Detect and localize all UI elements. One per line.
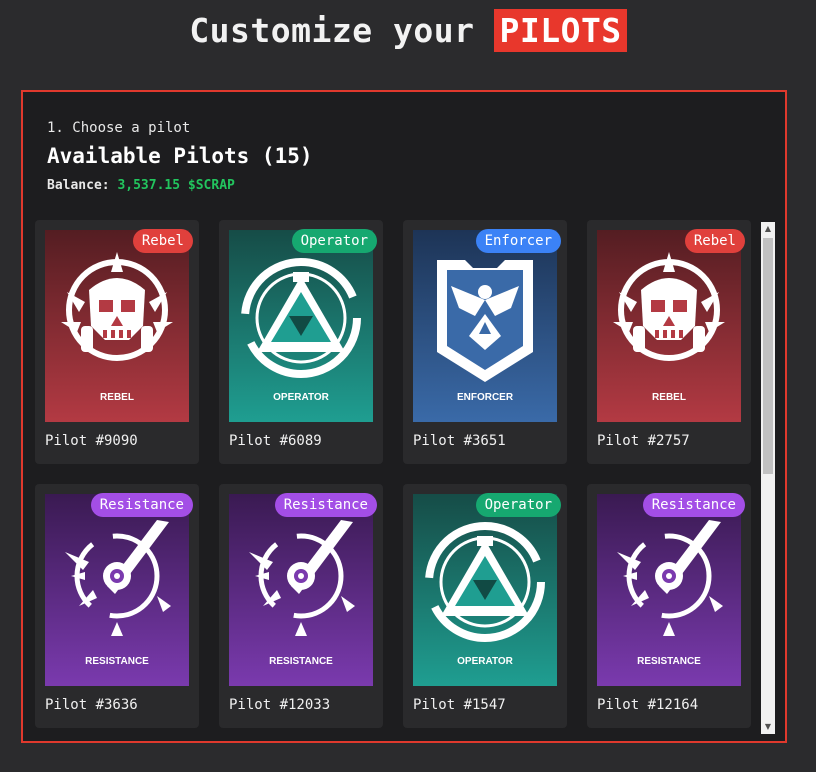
pilot-art-label: OPERATOR: [273, 392, 330, 403]
faction-badge: Resistance: [90, 493, 193, 517]
pilot-art: RESISTANCE: [45, 494, 189, 686]
balance-value: 3,537.15 $SCRAP: [117, 178, 235, 193]
pilot-art-label: OPERATOR: [457, 656, 514, 667]
pilot-art: RESISTANCE: [229, 494, 373, 686]
pilot-art: RESISTANCE: [597, 494, 741, 686]
pilot-card[interactable]: RESISTANCE Resistance Pilot #12164: [587, 484, 751, 728]
pilot-name: Pilot #3636: [45, 697, 138, 713]
pilot-card[interactable]: ENFORCER Enforcer Pilot #3651: [403, 220, 567, 464]
pilot-selection-panel: 1. Choose a pilot Available Pilots (15) …: [21, 90, 787, 743]
scroll-down-icon[interactable]: ▼: [761, 720, 775, 734]
scroll-thumb[interactable]: [763, 238, 773, 474]
faction-badge: Rebel: [132, 229, 193, 253]
pilot-art-label: REBEL: [652, 392, 686, 403]
pilot-name: Pilot #6089: [229, 433, 322, 449]
section-title: Available Pilots (15): [47, 144, 313, 168]
pilot-art: REBEL: [597, 230, 741, 422]
pilot-art: OPERATOR: [413, 494, 557, 686]
pilot-name: Pilot #9090: [45, 433, 138, 449]
pilot-art-label: RESISTANCE: [269, 656, 333, 667]
faction-badge: Operator: [475, 493, 561, 517]
pilot-name: Pilot #12164: [597, 697, 699, 713]
pilot-art: OPERATOR: [229, 230, 373, 422]
page-title: Customize your PILOTS: [189, 8, 627, 52]
pilot-card[interactable]: REBEL Rebel Pilot #2757: [587, 220, 751, 464]
page-title-prefix: Customize your: [189, 10, 475, 50]
pilot-name: Pilot #1547: [413, 697, 506, 713]
faction-badge: Rebel: [684, 229, 745, 253]
pilot-name: Pilot #12033: [229, 697, 331, 713]
pilot-art-label: RESISTANCE: [637, 656, 701, 667]
scroll-up-icon[interactable]: ▲: [761, 222, 775, 236]
step-label: 1. Choose a pilot: [47, 120, 191, 136]
pilot-card[interactable]: RESISTANCE Resistance Pilot #12033: [219, 484, 383, 728]
pilot-card[interactable]: OPERATOR Operator Pilot #1547: [403, 484, 567, 728]
page-header: Customize your PILOTS: [0, 0, 816, 60]
pilot-art-label: RESISTANCE: [85, 656, 149, 667]
pilot-art-label: REBEL: [100, 392, 134, 403]
pilot-art: ENFORCER: [413, 230, 557, 422]
faction-badge: Operator: [291, 229, 377, 253]
page-title-highlight: PILOTS: [494, 8, 627, 52]
pilot-card[interactable]: OPERATOR Operator Pilot #6089: [219, 220, 383, 464]
balance-label: Balance:: [47, 178, 110, 193]
pilot-card[interactable]: RESISTANCE Resistance Pilot #3636: [35, 484, 199, 728]
faction-badge: Resistance: [274, 493, 377, 517]
faction-badge: Enforcer: [475, 229, 561, 253]
pilot-art: REBEL: [45, 230, 189, 422]
balance-display: Balance: 3,537.15 $SCRAP: [47, 178, 235, 193]
pilot-art-label: ENFORCER: [457, 392, 514, 403]
pilot-name: Pilot #2757: [597, 433, 690, 449]
pilot-grid: REBEL Rebel Pilot #9090 OPERATOR Operato…: [35, 220, 753, 735]
pilot-name: Pilot #3651: [413, 433, 506, 449]
pilot-grid-scrollbar[interactable]: ▲ ▼: [761, 222, 775, 734]
faction-badge: Resistance: [642, 493, 745, 517]
pilot-card[interactable]: REBEL Rebel Pilot #9090: [35, 220, 199, 464]
